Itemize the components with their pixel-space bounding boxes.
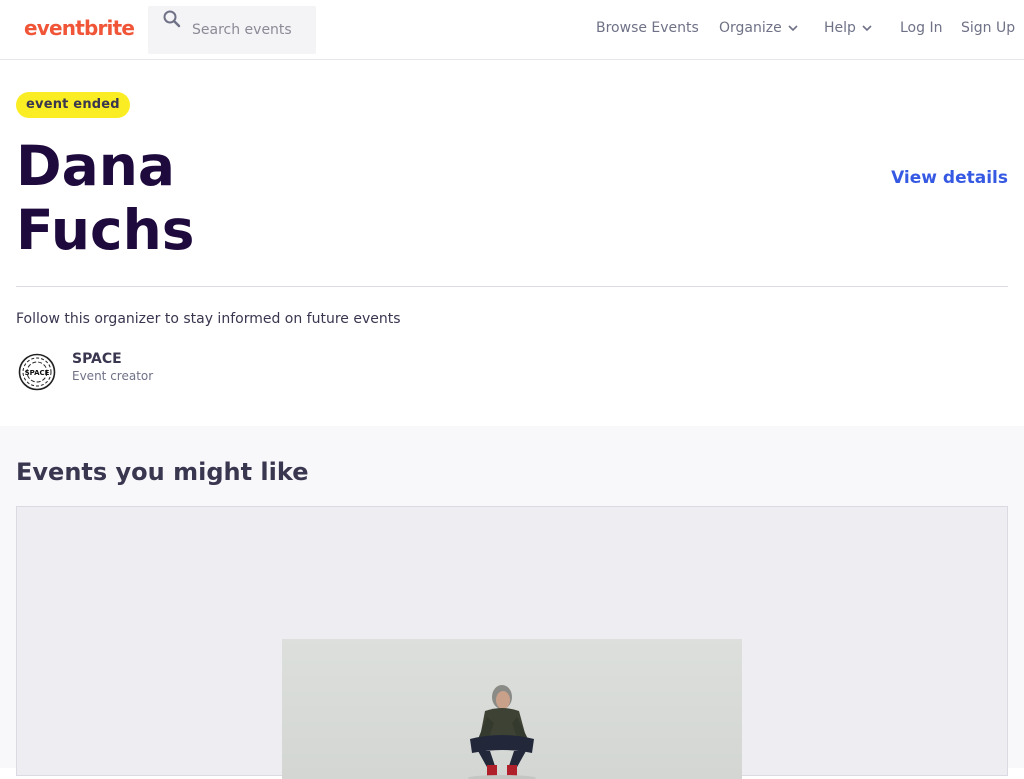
follow-organizer-text: Follow this organizer to stay informed o…: [16, 311, 401, 327]
event-status-badge: event ended: [16, 92, 130, 118]
nav-sign-up[interactable]: Sign Up: [961, 20, 1015, 36]
top-header: eventbrite Browse Events Organize Help L…: [0, 0, 1024, 60]
search-box[interactable]: [148, 6, 316, 54]
nav-organize-menu[interactable]: Organize: [719, 20, 798, 36]
eventbrite-logo[interactable]: eventbrite: [24, 16, 135, 40]
organizer-role: Event creator: [72, 369, 154, 383]
search-input[interactable]: [192, 18, 310, 42]
recommendations-title: Events you might like: [16, 458, 309, 486]
nav-organize-label: Organize: [719, 20, 782, 36]
event-card-image[interactable]: [282, 639, 742, 779]
search-icon[interactable]: [162, 9, 182, 29]
nav-log-in[interactable]: Log In: [900, 20, 942, 36]
nav-help-menu[interactable]: Help: [824, 20, 872, 36]
chevron-down-icon: [862, 25, 872, 32]
event-card[interactable]: [16, 506, 1008, 779]
recommendations-section: Events you might like: [0, 426, 1024, 779]
event-title: Dana Fuchs: [16, 134, 416, 262]
organizer-avatar-text: SPACE: [25, 369, 50, 377]
view-details-link[interactable]: View details: [891, 168, 1008, 188]
organizer-avatar[interactable]: SPACE: [18, 353, 56, 391]
event-title-line-2: Fuchs: [16, 198, 195, 262]
chevron-down-icon: [788, 25, 798, 32]
event-title-line-1: Dana: [16, 134, 176, 198]
nav-help-label: Help: [824, 20, 856, 36]
organizer-name[interactable]: SPACE: [72, 351, 122, 367]
section-divider: [16, 286, 1008, 287]
nav-browse-events[interactable]: Browse Events: [596, 20, 699, 36]
